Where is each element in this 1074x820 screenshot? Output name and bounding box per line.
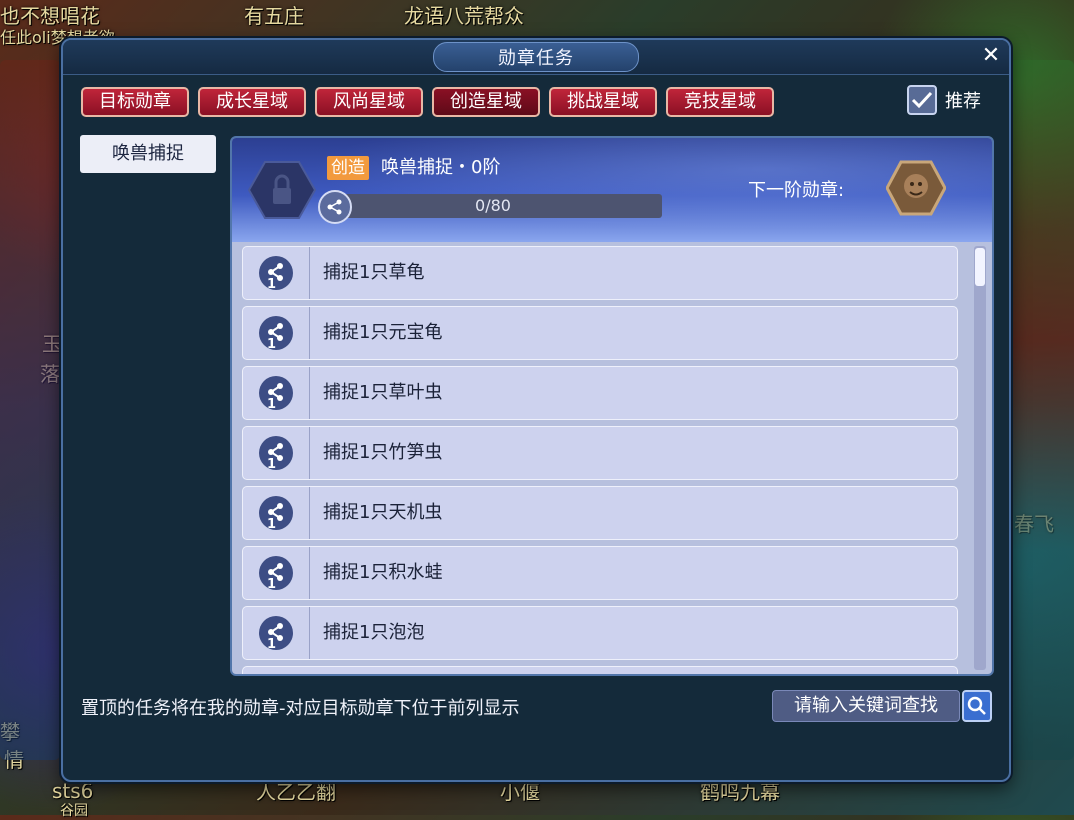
window-title: 勋章任务	[498, 48, 574, 69]
category-tabs: 目标勋章 成长星域 风尚星域 创造星域 挑战星域 竞技星域	[81, 87, 774, 117]
task-panel: 创造 唤兽捕捉・0阶 0/80 下一阶勋章: 1 捕捉1只草龟 1 捕捉1只元宝…	[230, 136, 994, 676]
share-icon: 1	[259, 436, 293, 472]
close-button[interactable]: ✕	[979, 44, 1003, 68]
chat-text: 谷园	[60, 803, 88, 819]
next-medal-label: 下一阶勋章:	[748, 180, 845, 201]
task-list: 1 捕捉1只草龟 1 捕捉1只元宝龟 1 捕捉1只草叶虫 1 捕捉1只竹笋虫 1…	[242, 246, 958, 674]
share-icon: 1	[259, 256, 293, 292]
search-button[interactable]	[962, 690, 992, 722]
search-input[interactable]: 请输入关键词查找	[772, 690, 960, 722]
share-icon: 1	[259, 376, 293, 412]
lock-icon	[248, 161, 316, 219]
tab-growth-domain[interactable]: 成长星域	[198, 87, 306, 117]
task-icon-cell: 1	[243, 427, 310, 479]
title-plate: 勋章任务	[433, 42, 639, 72]
task-icon-cell: 1	[243, 547, 310, 599]
task-icon-number: 1	[267, 277, 277, 292]
share-icon: 1	[259, 496, 293, 532]
task-label: 捕捉1只天机虫	[323, 502, 443, 523]
chat-text: 龙语八荒帮众	[404, 4, 524, 28]
tab-arena-domain[interactable]: 竞技星域	[666, 87, 774, 117]
task-label: 捕捉1只积水蛙	[323, 562, 443, 583]
task-icon-number: 1	[267, 457, 277, 472]
task-header-banner: 创造 唤兽捕捉・0阶 0/80 下一阶勋章:	[232, 138, 992, 242]
task-icon-number: 1	[267, 517, 277, 532]
task-label: 捕捉1只草龟	[323, 262, 425, 283]
task-row[interactable]	[242, 666, 958, 674]
task-row[interactable]: 1 捕捉1只竹笋虫	[242, 426, 958, 480]
task-label: 捕捉1只泡泡	[323, 622, 425, 643]
task-icon-number: 1	[267, 637, 277, 652]
title-bar: 勋章任务 ✕	[63, 40, 1009, 75]
task-icon-cell: 1	[243, 487, 310, 539]
category-tag: 创造	[327, 156, 369, 180]
task-icon-cell: 1	[243, 247, 310, 299]
progress-text: 0/80	[475, 196, 511, 215]
recommend-label: 推荐	[945, 91, 981, 112]
task-row[interactable]: 1 捕捉1只天机虫	[242, 486, 958, 540]
tab-challenge-domain[interactable]: 挑战星域	[549, 87, 657, 117]
task-icon-cell: 1	[243, 607, 310, 659]
scene-left	[0, 60, 60, 760]
medal-task-window: 勋章任务 ✕ 目标勋章 成长星域 风尚星域 创造星域 挑战星域 竞技星域 推荐 …	[61, 38, 1011, 782]
checkmark-icon	[911, 91, 933, 109]
scrollbar[interactable]	[974, 246, 986, 670]
tab-fashion-domain[interactable]: 风尚星域	[315, 87, 423, 117]
search-icon	[967, 696, 986, 715]
task-row[interactable]: 1 捕捉1只草龟	[242, 246, 958, 300]
recommend-toggle[interactable]: 推荐	[907, 85, 981, 115]
sidebar-item-beast-capture[interactable]: 唤兽捕捉	[80, 135, 216, 173]
task-icon-cell: 1	[243, 307, 310, 359]
progress-bar: 0/80	[318, 190, 662, 224]
task-icon-number: 1	[267, 577, 277, 592]
chat-text: 有五庄	[244, 4, 304, 28]
task-row[interactable]: 1 捕捉1只草叶虫	[242, 366, 958, 420]
task-row[interactable]: 1 捕捉1只泡泡	[242, 606, 958, 660]
task-icon-number: 1	[267, 397, 277, 412]
task-icon-cell: 1	[243, 367, 310, 419]
scroll-thumb[interactable]	[975, 248, 985, 286]
task-row[interactable]: 1 捕捉1只积水蛙	[242, 546, 958, 600]
share-icon: 1	[259, 316, 293, 352]
close-icon: ✕	[981, 43, 1001, 68]
task-icon-number: 1	[267, 337, 277, 352]
footer-hint: 置顶的任务将在我的勋章-对应目标勋章下位于前列显示	[81, 698, 520, 719]
tab-target-medal[interactable]: 目标勋章	[81, 87, 189, 117]
share-icon	[318, 190, 352, 224]
task-title: 唤兽捕捉・0阶	[381, 157, 501, 178]
tab-creation-domain[interactable]: 创造星域	[432, 87, 540, 117]
task-label: 捕捉1只元宝龟	[323, 322, 443, 343]
recommend-checkbox[interactable]	[907, 85, 937, 115]
scene-right	[1010, 60, 1074, 760]
share-icon: 1	[259, 556, 293, 592]
task-label: 捕捉1只草叶虫	[323, 382, 443, 403]
task-row[interactable]: 1 捕捉1只元宝龟	[242, 306, 958, 360]
medal-icon[interactable]	[886, 160, 946, 216]
share-icon: 1	[259, 616, 293, 652]
task-label: 捕捉1只竹笋虫	[323, 442, 443, 463]
